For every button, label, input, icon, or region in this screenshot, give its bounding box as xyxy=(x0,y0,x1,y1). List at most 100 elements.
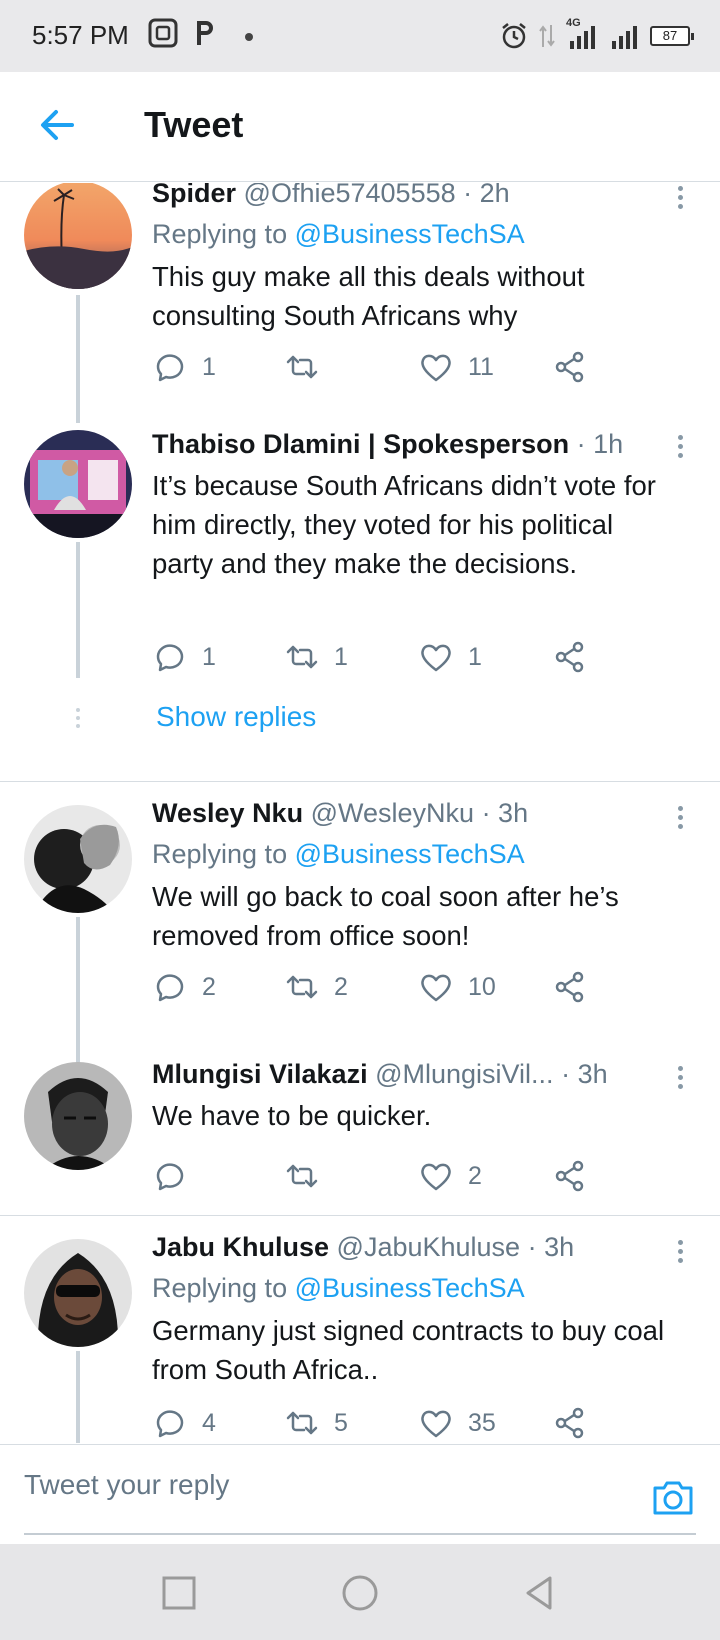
tweet-jabu[interactable]: Jabu Khuluse @JabuKhuluse · 3h Replying … xyxy=(0,1232,720,1443)
show-replies-link[interactable]: Show replies xyxy=(156,701,316,733)
tweet-header: Thabiso Dlamini | Spokesperson · 1h xyxy=(152,426,680,462)
display-name[interactable]: Wesley Nku xyxy=(152,798,303,828)
tweet-wesley[interactable]: Wesley Nku @WesleyNku · 3h Replying to @… xyxy=(0,798,720,1063)
share-icon xyxy=(555,1160,584,1192)
tweet-actions: 1 11 xyxy=(152,347,622,387)
retweet-button[interactable]: 5 xyxy=(284,1403,348,1443)
retweet-icon xyxy=(286,975,318,999)
thread-line xyxy=(76,295,80,423)
like-count: 2 xyxy=(468,1161,482,1190)
retweet-button[interactable] xyxy=(284,1156,334,1196)
tweet-content: Thabiso Dlamini | Spokesperson · 1h It’s… xyxy=(152,426,680,583)
more-options-icon[interactable] xyxy=(670,1237,690,1267)
tweet-header: Jabu Khuluse @JabuKhuluse · 3h xyxy=(152,1229,680,1265)
retweet-count: 5 xyxy=(334,1408,348,1437)
reply-input[interactable]: Tweet your reply xyxy=(24,1469,229,1501)
tweet-text: It’s because South Africans didn’t vote … xyxy=(152,470,656,579)
reply-icon xyxy=(156,1410,184,1438)
mention-link[interactable]: @BusinessTechSA xyxy=(295,219,525,249)
display-name[interactable]: Mlungisi Vilakazi xyxy=(152,1059,368,1089)
tweet-text: We will go back to coal soon after he’s … xyxy=(152,881,619,951)
camera-icon[interactable] xyxy=(650,1475,696,1521)
display-name[interactable]: Spider xyxy=(152,183,236,208)
user-handle[interactable]: @WesleyNku xyxy=(311,798,474,828)
reply-button[interactable] xyxy=(152,1156,202,1196)
replies-feed[interactable]: Spider @Ofhie57405558 · 2h Replying to @… xyxy=(0,183,720,1443)
like-button[interactable]: 2 xyxy=(418,1156,482,1196)
tweet-mlungisi[interactable]: Mlungisi Vilakazi @MlungisiVil... · 3h W… xyxy=(0,1059,720,1253)
share-button[interactable] xyxy=(552,1403,588,1443)
share-icon xyxy=(555,351,584,383)
reply-button[interactable]: 2 xyxy=(152,967,216,1007)
retweet-count: 2 xyxy=(334,972,348,1001)
avatar[interactable] xyxy=(24,183,132,289)
user-handle[interactable]: @MlungisiVil... xyxy=(375,1059,553,1089)
like-button[interactable]: 1 xyxy=(418,637,482,677)
more-options-icon[interactable] xyxy=(670,803,690,833)
signal-icon xyxy=(612,26,637,49)
replying-to: Replying to @BusinessTechSA xyxy=(152,1269,680,1307)
status-time: 5:57 PM xyxy=(32,20,129,50)
like-button[interactable]: 10 xyxy=(418,967,496,1007)
user-handle[interactable]: @JabuKhuluse xyxy=(337,1232,521,1262)
reply-button[interactable]: 1 xyxy=(152,347,216,387)
mention-link[interactable]: @BusinessTechSA xyxy=(295,1273,525,1303)
more-options-icon[interactable] xyxy=(670,1063,690,1093)
display-name[interactable]: Thabiso Dlamini | Spokesperson xyxy=(152,429,569,459)
avatar[interactable] xyxy=(24,1062,132,1170)
reply-icon xyxy=(156,1163,184,1191)
battery-icon: 87 xyxy=(650,26,694,46)
reply-button[interactable]: 4 xyxy=(152,1403,216,1443)
tweet-content: Spider @Ofhie57405558 · 2h Replying to @… xyxy=(152,183,680,335)
reply-icon xyxy=(156,974,184,1002)
divider xyxy=(0,781,720,782)
reply-icon xyxy=(156,354,184,382)
app-notification-icon xyxy=(148,18,178,48)
square-nav-icon[interactable] xyxy=(158,1572,200,1614)
more-options-icon[interactable] xyxy=(670,432,690,462)
like-icon xyxy=(421,974,451,1002)
reply-button[interactable]: 1 xyxy=(152,637,216,677)
tweet-content: Wesley Nku @WesleyNku · 3h Replying to @… xyxy=(152,795,680,955)
tweet-thabiso[interactable]: Thabiso Dlamini | Spokesperson · 1h It’s… xyxy=(0,428,720,748)
user-handle[interactable]: @Ofhie57405558 xyxy=(244,183,456,208)
reply-composer: Tweet your reply xyxy=(0,1444,720,1544)
reply-count: 4 xyxy=(202,1408,216,1437)
share-button[interactable] xyxy=(552,637,588,677)
retweet-icon xyxy=(286,645,318,669)
share-button[interactable] xyxy=(552,967,588,1007)
triangle-back-nav-icon[interactable] xyxy=(518,1572,560,1614)
like-count: 1 xyxy=(468,642,482,671)
thread-continuation-dots xyxy=(74,708,82,732)
tweet-time: · 3h xyxy=(561,1059,608,1089)
retweet-button[interactable]: 2 xyxy=(284,967,348,1007)
retweet-button[interactable]: 1 xyxy=(284,637,348,677)
tweet-actions: 2 2 10 xyxy=(152,967,622,1007)
tweet-actions: 4 5 35 xyxy=(152,1403,622,1443)
tweet-actions: 1 1 1 xyxy=(152,637,622,677)
alarm-icon xyxy=(502,23,526,49)
circle-nav-icon[interactable] xyxy=(339,1572,381,1614)
avatar[interactable] xyxy=(24,1239,132,1347)
share-button[interactable] xyxy=(552,1156,588,1196)
replying-to-label: Replying to xyxy=(152,219,288,249)
like-button[interactable]: 11 xyxy=(418,347,494,387)
avatar[interactable] xyxy=(24,805,132,913)
tweet-text: Germany just signed contracts to buy coa… xyxy=(152,1315,665,1385)
dot-indicator-icon xyxy=(245,33,253,41)
back-arrow-icon[interactable] xyxy=(34,102,80,148)
display-name[interactable]: Jabu Khuluse xyxy=(152,1232,329,1262)
mention-link[interactable]: @BusinessTechSA xyxy=(295,839,525,869)
tweet-time: · 3h xyxy=(481,798,529,828)
tweet-spider[interactable]: Spider @Ofhie57405558 · 2h Replying to @… xyxy=(0,183,720,428)
retweet-icon xyxy=(286,355,318,379)
reply-count: 1 xyxy=(202,642,216,671)
like-button[interactable]: 35 xyxy=(418,1403,496,1443)
tweet-content: Mlungisi Vilakazi @MlungisiVil... · 3h W… xyxy=(152,1056,680,1135)
avatar[interactable] xyxy=(24,430,132,538)
share-icon xyxy=(555,641,584,673)
more-options-icon[interactable] xyxy=(670,183,690,213)
share-button[interactable] xyxy=(552,347,588,387)
retweet-icon xyxy=(286,1411,318,1435)
retweet-button[interactable] xyxy=(284,347,334,387)
